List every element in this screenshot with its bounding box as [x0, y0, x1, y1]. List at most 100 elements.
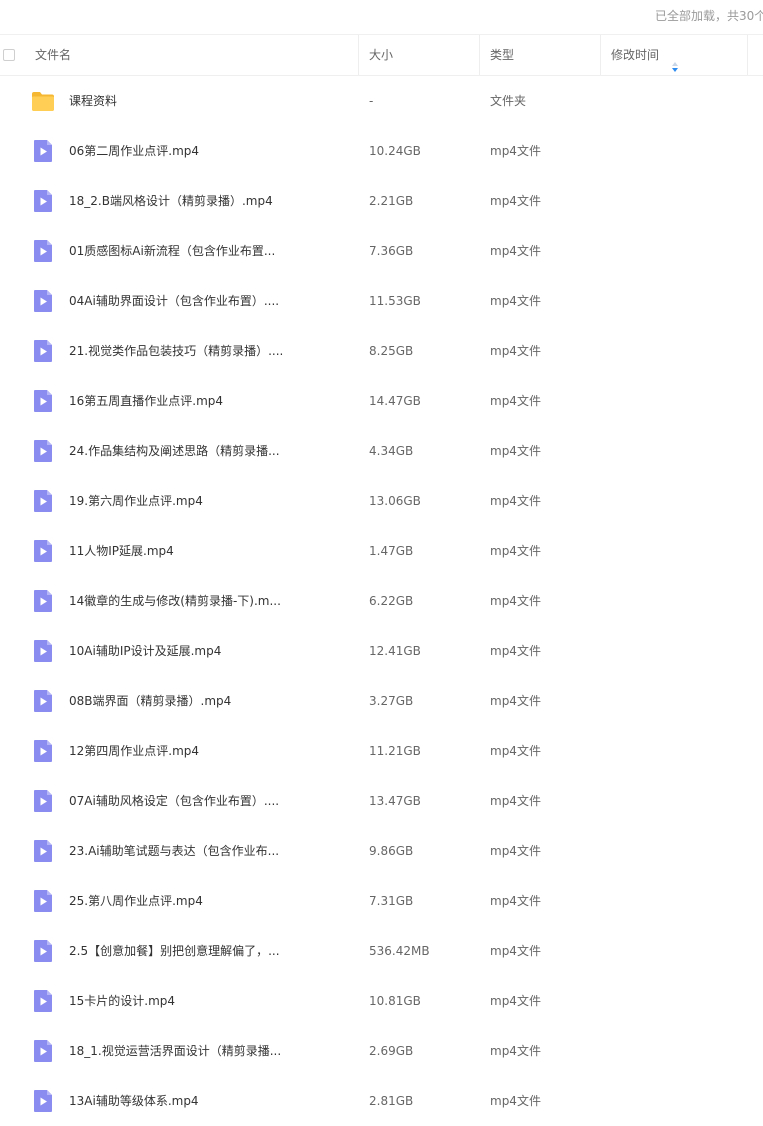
file-size: 10.24GB: [369, 144, 421, 158]
file-type: 文件夹: [490, 94, 527, 108]
file-name[interactable]: 2.5【创意加餐】别把创意理解偏了，...: [69, 926, 349, 976]
file-row[interactable]: 16第五周直播作业点评.mp4 14.47GB mp4文件: [0, 376, 763, 426]
file-list-header: 文件名 大小 类型 修改时间: [0, 34, 763, 76]
sort-arrows-icon[interactable]: [671, 49, 679, 72]
file-size: 1.47GB: [369, 544, 414, 558]
file-name[interactable]: 07Ai辅助风格设定（包含作业布置）....: [69, 776, 349, 826]
file-name[interactable]: 01质感图标Ai新流程（包含作业布置...: [69, 226, 349, 276]
file-name[interactable]: 19.第六周作业点评.mp4: [69, 476, 349, 526]
file-row[interactable]: 23.Ai辅助笔试题与表达（包含作业布... 9.86GB mp4文件: [0, 826, 763, 876]
column-header-name[interactable]: 文件名: [25, 35, 358, 75]
file-size: 11.21GB: [369, 744, 421, 758]
file-row[interactable]: 01质感图标Ai新流程（包含作业布置... 7.36GB mp4文件: [0, 226, 763, 276]
file-type: mp4文件: [490, 994, 541, 1008]
column-header-modified-label: 修改时间: [611, 48, 660, 62]
folder-icon: [31, 89, 55, 113]
file-size: 4.34GB: [369, 444, 414, 458]
video-file-icon: [31, 1089, 55, 1113]
file-type: mp4文件: [490, 644, 541, 658]
file-row[interactable]: 12第四周作业点评.mp4 11.21GB mp4文件: [0, 726, 763, 776]
file-row[interactable]: 15卡片的设计.mp4 10.81GB mp4文件: [0, 976, 763, 1026]
file-row[interactable]: 04Ai辅助界面设计（包含作业布置）.... 11.53GB mp4文件: [0, 276, 763, 326]
video-file-icon: [31, 239, 55, 263]
video-file-icon: [31, 139, 55, 163]
file-type: mp4文件: [490, 194, 541, 208]
file-type: mp4文件: [490, 394, 541, 408]
file-list: 课程资料 - 文件夹 06第二周作业点评.mp4 10.24GB mp4文件 18_2.B端…: [0, 76, 763, 1126]
file-row[interactable]: 24.作品集结构及阐述思路（精剪录播... 4.34GB mp4文件: [0, 426, 763, 476]
file-name[interactable]: 11人物IP延展.mp4: [69, 526, 349, 576]
file-name[interactable]: 23.Ai辅助笔试题与表达（包含作业布...: [69, 826, 349, 876]
file-row[interactable]: 25.第八周作业点评.mp4 7.31GB mp4文件: [0, 876, 763, 926]
file-row[interactable]: 11人物IP延展.mp4 1.47GB mp4文件: [0, 526, 763, 576]
file-type: mp4文件: [490, 444, 541, 458]
file-type: mp4文件: [490, 794, 541, 808]
file-size: 13.47GB: [369, 794, 421, 808]
video-file-icon: [31, 789, 55, 813]
file-type: mp4文件: [490, 294, 541, 308]
video-file-icon: [31, 289, 55, 313]
file-row[interactable]: 13Ai辅助等级体系.mp4 2.81GB mp4文件: [0, 1076, 763, 1126]
file-size: 536.42MB: [369, 944, 430, 958]
file-size: 6.22GB: [369, 594, 414, 608]
load-status-bar: 已全部加载，共30个: [0, 0, 763, 34]
file-type: mp4文件: [490, 944, 541, 958]
file-type: mp4文件: [490, 1044, 541, 1058]
file-size: 11.53GB: [369, 294, 421, 308]
file-size: 14.47GB: [369, 394, 421, 408]
file-size: 2.81GB: [369, 1094, 414, 1108]
file-name[interactable]: 18_1.视觉运营活界面设计（精剪录播...: [69, 1026, 349, 1076]
file-row[interactable]: 06第二周作业点评.mp4 10.24GB mp4文件: [0, 126, 763, 176]
file-row[interactable]: 07Ai辅助风格设定（包含作业布置）.... 13.47GB mp4文件: [0, 776, 763, 826]
file-type: mp4文件: [490, 694, 541, 708]
video-file-icon: [31, 189, 55, 213]
file-name[interactable]: 16第五周直播作业点评.mp4: [69, 376, 349, 426]
file-row[interactable]: 18_1.视觉运营活界面设计（精剪录播... 2.69GB mp4文件: [0, 1026, 763, 1076]
video-file-icon: [31, 1039, 55, 1063]
file-size: 2.69GB: [369, 1044, 414, 1058]
file-row[interactable]: 14徽章的生成与修改(精剪录播-下).m... 6.22GB mp4文件: [0, 576, 763, 626]
file-row[interactable]: 10Ai辅助IP设计及延展.mp4 12.41GB mp4文件: [0, 626, 763, 676]
file-name[interactable]: 15卡片的设计.mp4: [69, 976, 349, 1026]
file-type: mp4文件: [490, 594, 541, 608]
column-header-size-label: 大小: [369, 48, 394, 62]
file-row[interactable]: 课程资料 - 文件夹: [0, 76, 763, 126]
video-file-icon: [31, 689, 55, 713]
file-row[interactable]: 2.5【创意加餐】别把创意理解偏了，... 536.42MB mp4文件: [0, 926, 763, 976]
file-row[interactable]: 21.视觉类作品包装技巧（精剪录播）.... 8.25GB mp4文件: [0, 326, 763, 376]
file-type: mp4文件: [490, 494, 541, 508]
select-all-checkbox[interactable]: [3, 49, 15, 61]
column-header-modified[interactable]: 修改时间: [601, 35, 747, 75]
file-name[interactable]: 24.作品集结构及阐述思路（精剪录播...: [69, 426, 349, 476]
file-size: -: [369, 94, 374, 108]
video-file-icon: [31, 489, 55, 513]
file-name[interactable]: 08B端界面（精剪录播）.mp4: [69, 676, 349, 726]
file-type: mp4文件: [490, 844, 541, 858]
file-name[interactable]: 课程资料: [69, 76, 349, 126]
file-type: mp4文件: [490, 344, 541, 358]
file-type: mp4文件: [490, 744, 541, 758]
video-file-icon: [31, 589, 55, 613]
video-file-icon: [31, 839, 55, 863]
video-file-icon: [31, 639, 55, 663]
column-divider[interactable]: [747, 35, 748, 75]
column-header-type[interactable]: 类型: [480, 35, 600, 75]
file-name[interactable]: 10Ai辅助IP设计及延展.mp4: [69, 626, 349, 676]
file-name[interactable]: 14徽章的生成与修改(精剪录播-下).m...: [69, 576, 349, 626]
load-status-text: 已全部加载，共30个: [655, 9, 763, 23]
file-size: 3.27GB: [369, 694, 414, 708]
column-header-type-label: 类型: [490, 48, 515, 62]
file-name[interactable]: 06第二周作业点评.mp4: [69, 126, 349, 176]
file-type: mp4文件: [490, 244, 541, 258]
file-name[interactable]: 25.第八周作业点评.mp4: [69, 876, 349, 926]
column-header-size[interactable]: 大小: [359, 35, 479, 75]
file-name[interactable]: 12第四周作业点评.mp4: [69, 726, 349, 776]
file-name[interactable]: 18_2.B端风格设计（精剪录播）.mp4: [69, 176, 349, 226]
file-row[interactable]: 08B端界面（精剪录播）.mp4 3.27GB mp4文件: [0, 676, 763, 726]
file-name[interactable]: 04Ai辅助界面设计（包含作业布置）....: [69, 276, 349, 326]
file-row[interactable]: 19.第六周作业点评.mp4 13.06GB mp4文件: [0, 476, 763, 526]
file-row[interactable]: 18_2.B端风格设计（精剪录播）.mp4 2.21GB mp4文件: [0, 176, 763, 226]
file-name[interactable]: 13Ai辅助等级体系.mp4: [69, 1076, 349, 1126]
file-type: mp4文件: [490, 144, 541, 158]
file-name[interactable]: 21.视觉类作品包装技巧（精剪录播）....: [69, 326, 349, 376]
